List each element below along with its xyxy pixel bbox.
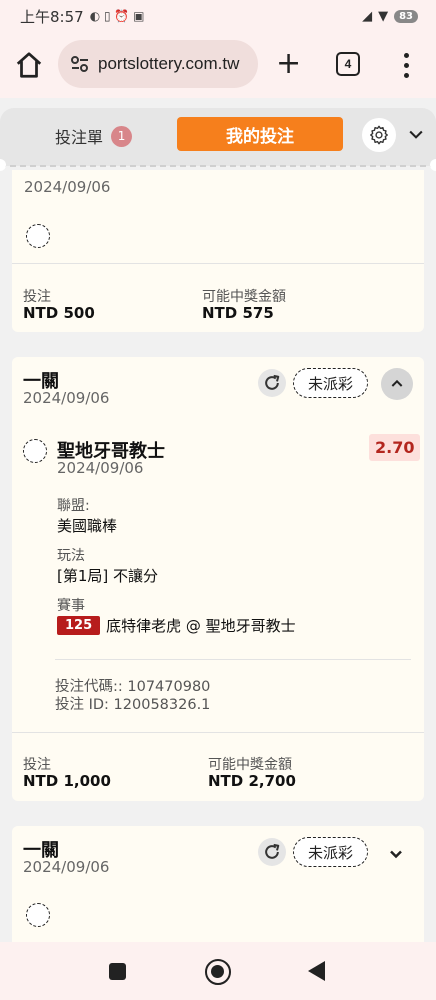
market-label: 玩法 xyxy=(57,548,85,564)
selection-date: 2024/09/06 xyxy=(57,459,144,477)
bets-list[interactable]: 2024/09/06 投注 NTD 500 可能中獎金額 NTD 575 一關 … xyxy=(0,170,436,942)
url-text: portslottery.com.tw xyxy=(98,54,240,73)
status-badge: 未派彩 xyxy=(293,368,369,398)
payout-value: NTD 575 xyxy=(202,304,274,322)
bet-date: 2024/09/06 xyxy=(23,858,110,876)
status-time: 上午8:57 xyxy=(20,7,84,26)
bet-card: 一關 2024/09/06 未派彩 聖地牙哥教士 2024/09/06 2.70… xyxy=(12,357,424,801)
divider xyxy=(55,659,411,660)
league-label: 聯盟: xyxy=(57,498,90,514)
chevron-down-icon[interactable] xyxy=(386,844,406,864)
divider xyxy=(12,263,424,264)
payout-value: NTD 2,700 xyxy=(208,772,296,790)
battery-indicator: 83 xyxy=(394,9,418,23)
back-icon[interactable] xyxy=(308,961,325,981)
market-value: [第1局] 不讓分 xyxy=(57,567,159,585)
wifi-icon: ▼ xyxy=(378,8,389,24)
bet-slip-tab-label: 投注單 xyxy=(55,128,104,147)
notification-icons: ◐ ▯ ⏰ ▣ xyxy=(89,9,145,23)
gear-icon xyxy=(370,125,388,145)
bet-slip-count-badge: 1 xyxy=(111,125,133,147)
tune-icon[interactable] xyxy=(68,52,92,76)
refresh-button[interactable] xyxy=(258,838,286,866)
bet-card: 2024/09/06 投注 NTD 500 可能中獎金額 NTD 575 xyxy=(12,170,424,332)
league-value: 美國職棒 xyxy=(57,517,118,535)
selection-radio[interactable] xyxy=(26,903,50,927)
address-bar[interactable]: portslottery.com.tw xyxy=(58,40,258,88)
bet-slip-header: 投注單 1 我的投注 xyxy=(0,108,436,166)
tab-switcher-button[interactable]: 4 xyxy=(336,52,360,76)
divider xyxy=(12,732,424,733)
bet-slip-tab[interactable]: 投注單 1 xyxy=(55,124,133,148)
recents-icon[interactable] xyxy=(109,963,126,980)
stake-label: 投注 xyxy=(23,757,51,773)
stake-value: NTD 1,000 xyxy=(23,772,111,790)
event-row: 125 底特律老虎 @ 聖地牙哥教士 xyxy=(57,615,296,636)
status-badge: 未派彩 xyxy=(293,837,369,867)
refresh-icon xyxy=(265,374,280,390)
status-bar: 上午8:57 ◐ ▯ ⏰ ▣ ◢ ▼ 83 xyxy=(0,0,436,32)
payout-label: 可能中獎金額 xyxy=(202,289,286,305)
selection-radio[interactable] xyxy=(26,224,50,248)
refresh-button[interactable] xyxy=(258,369,286,397)
event-value: 底特律老虎 @ 聖地牙哥教士 xyxy=(106,617,296,635)
selection-radio[interactable] xyxy=(23,439,47,463)
bet-id: 投注 ID: 120058326.1 xyxy=(55,697,211,713)
home-icon[interactable] xyxy=(14,50,44,80)
more-vert-icon[interactable] xyxy=(398,50,414,80)
game-number-badge: 125 xyxy=(57,616,101,635)
home-nav-icon[interactable] xyxy=(205,959,231,985)
slip-divider xyxy=(0,165,436,167)
settings-button[interactable] xyxy=(362,118,396,152)
bet-date: 2024/09/06 xyxy=(24,178,111,196)
bet-card: 一關 2024/09/06 未派彩 xyxy=(12,826,424,942)
signal-icon: ◢ xyxy=(362,8,373,24)
refresh-icon xyxy=(265,843,280,859)
new-tab-button[interactable]: + xyxy=(276,49,301,79)
my-bets-button[interactable]: 我的投注 xyxy=(177,117,343,151)
bet-date: 2024/09/06 xyxy=(23,389,110,407)
odds-badge: 2.70 xyxy=(369,434,421,461)
stake-label: 投注 xyxy=(23,289,51,305)
collapse-button[interactable] xyxy=(381,368,413,400)
payout-label: 可能中獎金額 xyxy=(208,757,292,773)
event-label: 賽事 xyxy=(57,598,85,614)
chevron-up-icon xyxy=(391,379,403,387)
chevron-down-icon[interactable] xyxy=(406,124,426,144)
system-nav-bar xyxy=(0,942,436,1000)
browser-toolbar: portslottery.com.tw + 4 xyxy=(0,32,436,98)
stake-value: NTD 500 xyxy=(23,304,95,322)
